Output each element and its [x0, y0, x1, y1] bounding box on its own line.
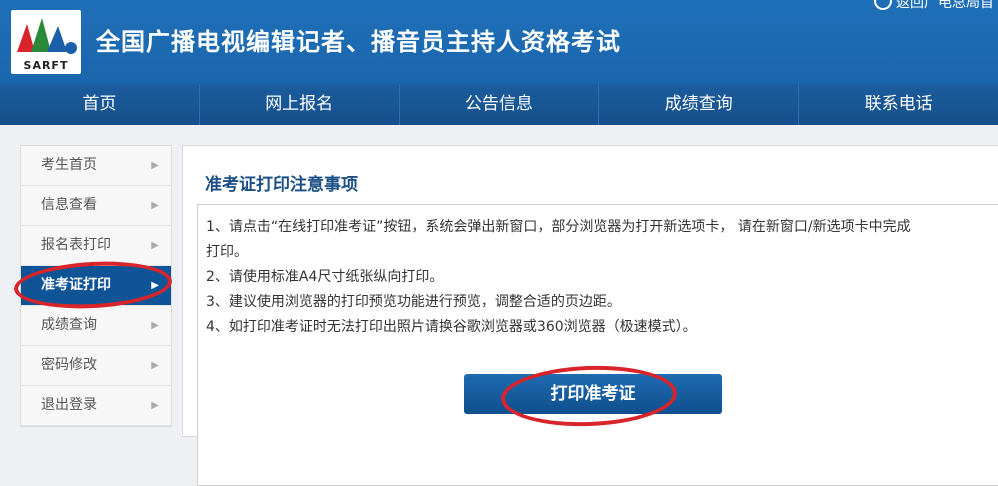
- power-icon: [874, 0, 892, 10]
- sidebar-item-label: 退出登录: [41, 397, 97, 413]
- back-link[interactable]: 返回广电总局首: [874, 0, 994, 12]
- sarft-logo[interactable]: SARFT: [11, 10, 81, 74]
- nav-contact[interactable]: 联系电话: [799, 84, 998, 125]
- main-panel: 准考证打印注意事项 1、请点击“在线打印准考证”按钮，系统会弹出新窗口，部分浏览…: [182, 145, 998, 486]
- chevron-right-icon: ▶: [151, 160, 159, 171]
- sidebar-item-label: 报名表打印: [41, 237, 111, 253]
- chevron-right-icon: ▶: [151, 360, 159, 371]
- notice-box: 1、请点击“在线打印准考证”按钮，系统会弹出新窗口，部分浏览器为打开新选项卡， …: [197, 204, 998, 486]
- site-header: SARFT 全国广播电视编辑记者、播音员主持人资格考试 返回广电总局首: [0, 0, 998, 84]
- logo-text: SARFT: [23, 59, 69, 72]
- notice-line: 打印。: [206, 244, 248, 260]
- chevron-right-icon: ▶: [151, 240, 159, 251]
- sidebar-item-label: 考生首页: [41, 157, 97, 173]
- nav-announcements[interactable]: 公告信息: [400, 84, 600, 125]
- sidebar-item-score-query[interactable]: 成绩查询 ▶: [21, 306, 171, 346]
- notice-list: 1、请点击“在线打印准考证”按钮，系统会弹出新窗口，部分浏览器为打开新选项卡， …: [206, 215, 986, 340]
- chevron-right-icon: ▶: [151, 200, 159, 211]
- logo-mountains-icon: [17, 18, 77, 54]
- chevron-right-icon: ▶: [151, 320, 159, 331]
- site-title: 全国广播电视编辑记者、播音员主持人资格考试: [96, 28, 621, 56]
- sidebar-item-password-change[interactable]: 密码修改 ▶: [21, 346, 171, 386]
- chevron-right-icon: ▶: [151, 400, 159, 411]
- nav-home[interactable]: 首页: [0, 84, 200, 125]
- sidebar-item-logout[interactable]: 退出登录 ▶: [21, 386, 171, 426]
- notice-line: 3、建议使用浏览器的打印预览功能进行预览，调整合适的页边距。: [206, 294, 621, 310]
- page-title: 准考证打印注意事项: [205, 175, 358, 195]
- sidebar-item-candidate-home[interactable]: 考生首页 ▶: [21, 146, 171, 186]
- sidebar-item-form-print[interactable]: 报名表打印 ▶: [21, 226, 171, 266]
- nav-score-query[interactable]: 成绩查询: [599, 84, 800, 125]
- notice-line: 1、请点击“在线打印准考证”按钮，系统会弹出新窗口，部分浏览器为打开新选项卡， …: [206, 219, 911, 235]
- sidebar-item-info-view[interactable]: 信息查看 ▶: [21, 186, 171, 226]
- main-nav: 首页 网上报名 公告信息 成绩查询 联系电话: [0, 84, 998, 125]
- notice-line: 2、请使用标准A4尺寸纸张纵向打印。: [206, 269, 444, 285]
- sidebar-item-label: 成绩查询: [41, 317, 97, 333]
- notice-line: 4、如打印准考证时无法打印出照片请换谷歌浏览器或360浏览器（极速模式）。: [206, 319, 697, 335]
- sidebar-item-label: 密码修改: [41, 357, 97, 373]
- nav-online-registration[interactable]: 网上报名: [200, 84, 400, 125]
- sidebar-item-label: 信息查看: [41, 197, 97, 213]
- back-link-label: 返回广电总局首: [896, 0, 994, 11]
